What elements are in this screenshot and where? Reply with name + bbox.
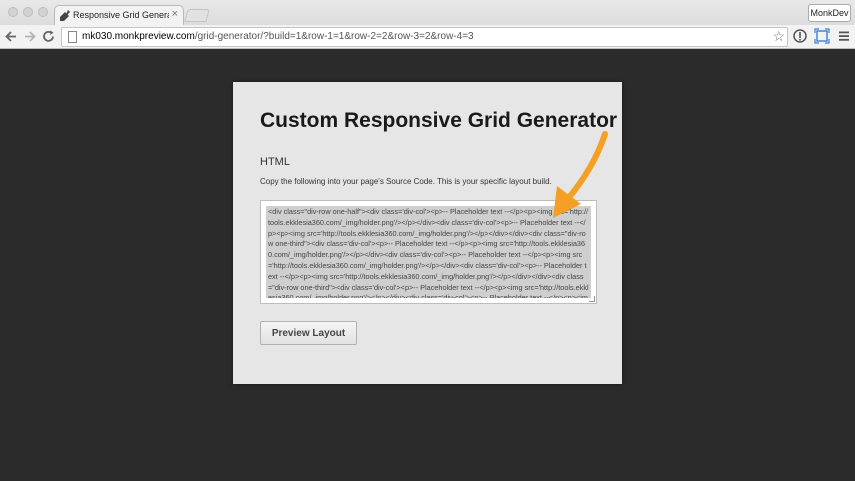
screenshot-icon[interactable] xyxy=(814,28,830,44)
tab-close-icon[interactable]: × xyxy=(172,8,178,20)
code-output[interactable]: <div class="div-row one-half"><div class… xyxy=(266,206,591,298)
tab-title: Responsive Grid Generator xyxy=(73,10,169,20)
forward-arrow-icon[interactable] xyxy=(21,28,38,45)
star-icon[interactable]: ☆ xyxy=(772,28,785,45)
url-text: mk030.monkpreview.com/grid-generator/?bu… xyxy=(82,31,474,42)
info-icon[interactable] xyxy=(792,28,808,44)
url-path: /grid-generator/?build=1&row-1=1&row-2=2… xyxy=(194,31,474,42)
section-heading: HTML xyxy=(260,156,290,168)
instructions-text: Copy the following into your page's Sour… xyxy=(260,177,552,186)
annotation-arrow-icon xyxy=(553,131,608,218)
preview-layout-button[interactable]: Preview Layout xyxy=(260,321,357,345)
hamburger-menu-icon[interactable] xyxy=(836,28,852,44)
reload-icon[interactable] xyxy=(40,28,57,45)
page-icon xyxy=(68,31,77,43)
browser-tab[interactable]: Responsive Grid Generator × xyxy=(54,5,184,26)
wrench-icon xyxy=(60,10,70,21)
maximize-window-button[interactable] xyxy=(38,7,48,17)
minimize-window-button[interactable] xyxy=(23,7,33,17)
url-host: mk030.monkpreview.com xyxy=(82,31,195,42)
resize-grip-icon[interactable] xyxy=(589,296,595,302)
window-titlebar: Responsive Grid Generator × MonkDev xyxy=(0,0,855,26)
back-arrow-icon[interactable] xyxy=(3,28,20,45)
new-tab-button[interactable] xyxy=(184,9,210,22)
browser-toolbar: mk030.monkpreview.com/grid-generator/?bu… xyxy=(0,25,855,49)
address-bar[interactable]: mk030.monkpreview.com/grid-generator/?bu… xyxy=(61,27,788,47)
profile-button[interactable]: MonkDev xyxy=(808,4,851,22)
close-window-button[interactable] xyxy=(8,7,18,17)
